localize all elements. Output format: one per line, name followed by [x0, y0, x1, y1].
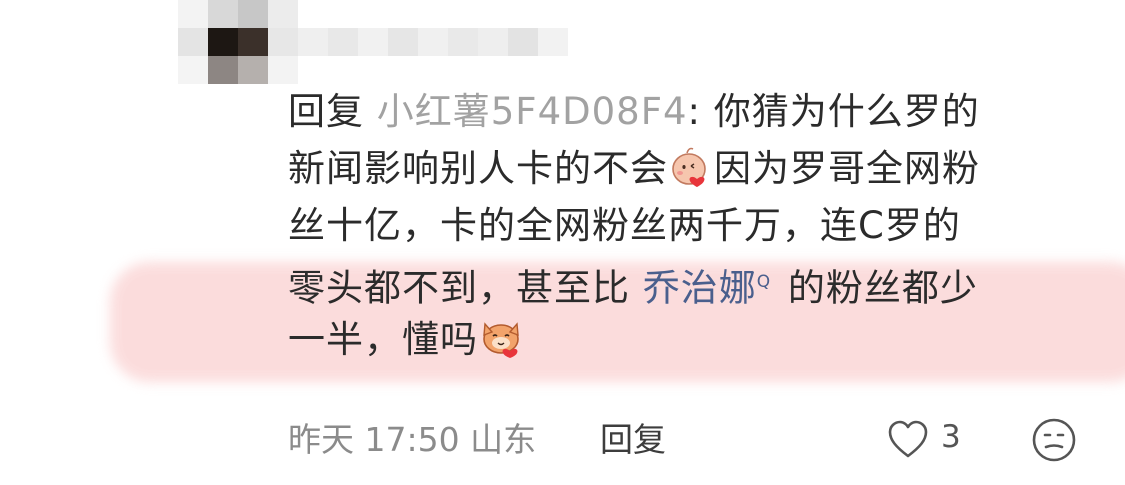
comment-time: 昨天 17:50 — [288, 420, 460, 459]
mosaic-cell — [178, 28, 208, 56]
mosaic-cell — [358, 28, 388, 56]
mention-link[interactable]: 乔治娜 — [643, 266, 757, 309]
mosaic-cell — [208, 56, 238, 84]
comment-location: 山东 — [470, 420, 537, 459]
mosaic-cell — [538, 28, 568, 56]
mosaic-cell — [238, 0, 268, 28]
mosaic-cell — [268, 0, 298, 28]
mosaic-cell — [178, 0, 208, 28]
comment-text: 一半，懂吗 — [288, 318, 478, 361]
face-reaction-icon[interactable] — [1030, 416, 1078, 464]
mosaic-cell — [508, 28, 538, 56]
comment-text: 新闻影响别人卡的不会 — [288, 147, 668, 190]
mosaic-cell — [238, 56, 268, 84]
comment-meta: 昨天 17:50 山东 — [288, 412, 536, 468]
mosaic-cell — [208, 28, 238, 56]
comment-line-1: 回复 小红薯5F4D08F4: 你猜为什么罗的 — [288, 83, 1078, 140]
search-icon[interactable]: Q — [757, 272, 771, 292]
comment-line-3: 丝十亿，卡的全网粉丝两千万，连C罗的 — [288, 204, 961, 247]
mosaic-cell — [328, 28, 358, 56]
mosaic-cell — [418, 28, 448, 56]
heart-outline-icon[interactable] — [886, 418, 930, 462]
cat-face-heart-emoji — [483, 322, 519, 358]
mosaic-cell — [478, 28, 508, 56]
comment-line-4: 零头都不到，甚至比 乔治娜Q 的粉丝都少 — [288, 254, 1078, 311]
mosaic-cell — [208, 0, 238, 28]
mosaic-cell — [178, 56, 208, 84]
reply-to-username[interactable]: 小红薯5F4D08F4 — [377, 90, 688, 133]
comment-line-5: 一半，懂吗 — [288, 311, 1078, 368]
reply-button[interactable]: 回复 — [600, 412, 666, 468]
comment-text: 的粉丝都少 — [775, 266, 978, 310]
reply-prefix: 回复 — [288, 90, 364, 133]
avatar-username-mosaic — [178, 0, 598, 84]
comment-text: 因为罗哥全网粉 — [714, 147, 980, 190]
comment-text: 你猜为什么罗的 — [701, 90, 980, 133]
comment-line-2: 新闻影响别人卡的不会 因为罗哥全网粉 — [288, 140, 1078, 197]
comment-footer: 昨天 17:50 山东 回复 3 — [288, 412, 1088, 468]
comment-text: 零头都不到，甚至比 — [288, 266, 643, 310]
blushing-face-heart-emoji — [672, 147, 706, 187]
comment-body: 回复 小红薯5F4D08F4: 你猜为什么罗的 新闻影响别人卡的不会 因为罗哥全… — [288, 83, 1078, 368]
colon: : — [687, 90, 701, 133]
like-count: 3 — [941, 419, 961, 455]
mosaic-cell — [388, 28, 418, 56]
mosaic-cell — [238, 28, 268, 56]
mosaic-cell — [448, 28, 478, 56]
mosaic-cell — [298, 28, 328, 56]
mosaic-cell — [268, 56, 298, 84]
mosaic-cell — [268, 28, 298, 56]
